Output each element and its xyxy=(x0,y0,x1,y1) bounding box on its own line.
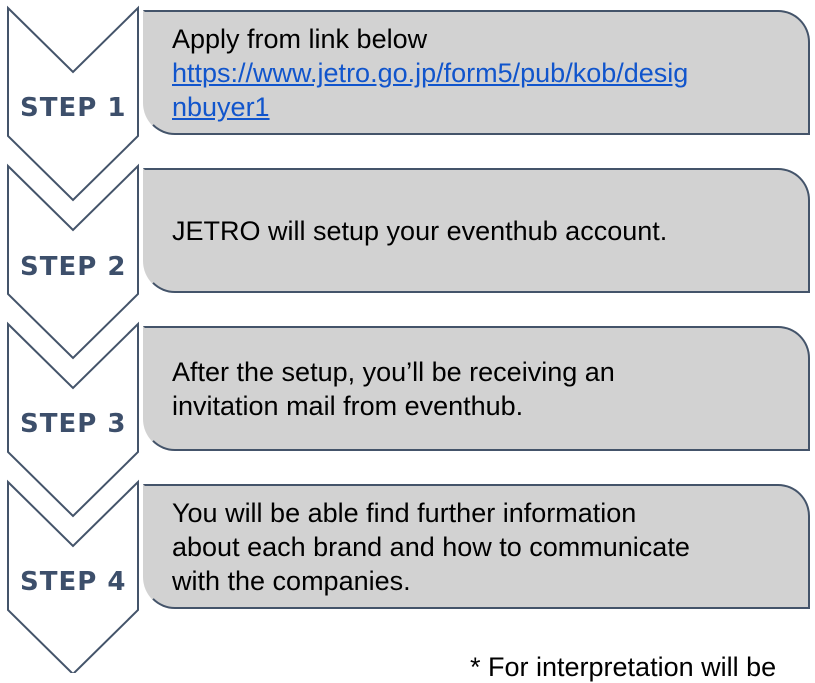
step-4-box: You will be able find further informatio… xyxy=(143,484,810,609)
step-1-text: Apply from link below xyxy=(172,23,428,54)
step-1-label: STEP 1 xyxy=(20,93,127,123)
step-4-label: STEP 4 xyxy=(20,567,127,597)
step-2-box: JETRO will setup your eventhub account. xyxy=(143,168,810,293)
step-4-text-line-2: about each brand and how to communicate xyxy=(172,531,690,562)
footnote: * For interpretation will be xyxy=(470,652,777,682)
step-3-label: STEP 3 xyxy=(20,409,127,439)
apply-link-line-1[interactable]: https://www.jetro.go.jp/form5/pub/kob/de… xyxy=(172,58,688,88)
step-3-box: After the setup, you’ll be receiving an … xyxy=(143,326,810,451)
step-3-text-line-2: invitation mail from eventhub. xyxy=(172,390,524,421)
apply-link[interactable]: https://www.jetro.go.jp/form5/pub/kob/de… xyxy=(172,56,796,124)
apply-link-line-2[interactable]: nbuyer1 xyxy=(172,92,270,122)
step-4-text-line-1: You will be able find further informatio… xyxy=(172,497,637,528)
step-4-text-line-3: with the companies. xyxy=(172,565,411,596)
step-2-label: STEP 2 xyxy=(20,252,127,282)
step-2-text: JETRO will setup your eventhub account. xyxy=(172,215,668,246)
step-1-box: Apply from link below https://www.jetro.… xyxy=(143,10,810,135)
step-3-text-line-1: After the setup, you’ll be receiving an xyxy=(172,356,615,387)
